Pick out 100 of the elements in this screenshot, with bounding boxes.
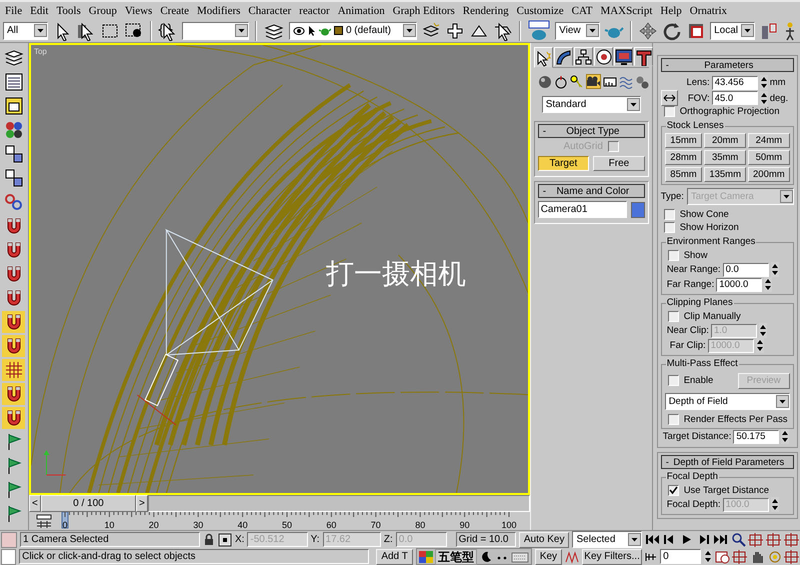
panel-tab[interactable] <box>574 47 593 66</box>
number-field[interactable]: 45.0 <box>712 91 758 105</box>
lens-button[interactable]: 20mm <box>704 133 746 148</box>
object-type-button[interactable]: Target <box>538 156 590 171</box>
zoom-extents-icon[interactable] <box>766 532 782 547</box>
menu-item[interactable]: reactor <box>299 4 330 17</box>
list-arrow-icon[interactable] <box>76 20 96 41</box>
maximize-viewport-icon[interactable] <box>784 549 800 564</box>
category-button[interactable] <box>570 74 584 89</box>
skip-forward-icon[interactable] <box>713 533 728 546</box>
menu-item[interactable]: Rendering <box>462 4 509 17</box>
input-method-logo-icon[interactable] <box>418 550 433 562</box>
number-field[interactable]: 0.0 <box>722 262 769 276</box>
menu-item[interactable]: File <box>5 4 22 17</box>
rotate-icon[interactable] <box>662 20 682 41</box>
skip-back-icon[interactable] <box>645 533 660 546</box>
named-selection-icon[interactable] <box>158 20 178 41</box>
menu-item[interactable]: Ornatrix <box>690 4 728 17</box>
lens-button[interactable]: 35mm <box>704 150 746 165</box>
layer-dropdown[interactable]: 0 (default) <box>288 22 418 40</box>
spinner-button[interactable] <box>781 429 790 444</box>
frame-ruler[interactable]: 0 10 20 30 40 50 60 70 80 90 100 <box>52 512 523 530</box>
panel-tab[interactable] <box>554 47 573 66</box>
category-dropdown[interactable]: Standard <box>542 96 641 113</box>
region-zoom-icon[interactable] <box>732 549 748 564</box>
checkbox[interactable] <box>668 311 679 322</box>
menu-item[interactable]: Views <box>124 4 152 17</box>
spinner-button[interactable] <box>764 277 772 292</box>
menu-item[interactable]: Graph Editors <box>392 4 455 17</box>
panel-tab[interactable] <box>614 47 633 66</box>
pivot-icon[interactable] <box>759 20 780 41</box>
lens-button[interactable]: 15mm <box>664 133 702 148</box>
checkbox[interactable] <box>668 414 679 425</box>
time-config-icon[interactable] <box>715 549 730 564</box>
lens-button[interactable]: 85mm <box>664 167 702 182</box>
set-key-button[interactable]: Key <box>534 548 562 564</box>
checkbox[interactable] <box>664 106 675 117</box>
checkbox[interactable] <box>668 375 679 386</box>
spinner-button[interactable] <box>770 262 779 277</box>
squares-icon[interactable] <box>2 143 25 165</box>
collapse-toggle[interactable]: - <box>666 60 669 70</box>
menu-item[interactable]: Create <box>160 4 190 17</box>
menu-item[interactable]: Character <box>248 4 292 17</box>
rollout-header[interactable]: - Parameters <box>660 58 794 72</box>
menu-item[interactable]: Tools <box>56 4 81 17</box>
frame-field[interactable]: 0 <box>660 549 702 564</box>
spinner-button[interactable] <box>758 323 767 338</box>
coordinate-dropdown[interactable]: Local <box>710 22 756 40</box>
spinner-button[interactable] <box>756 338 764 353</box>
color-swatch[interactable] <box>630 202 645 218</box>
menu-item[interactable]: MAXScript <box>600 4 652 17</box>
chain-icon[interactable] <box>2 191 25 213</box>
fov-direction-button[interactable] <box>660 90 678 106</box>
named-selection-dropdown[interactable] <box>182 22 249 40</box>
next-frame-button[interactable]: > <box>136 495 148 512</box>
category-button[interactable] <box>554 74 568 89</box>
view-dropdown[interactable]: View <box>555 22 600 40</box>
rollout-header[interactable]: - Object Type <box>538 124 645 138</box>
spinner-button[interactable] <box>770 497 779 512</box>
absolute-mode-icon[interactable] <box>218 532 232 546</box>
menu-item[interactable]: Group <box>88 4 117 17</box>
collapse-toggle[interactable]: - <box>542 186 546 196</box>
menu-item[interactable]: Edit <box>30 4 48 17</box>
lens-button[interactable]: 50mm <box>748 150 790 165</box>
menu-item[interactable]: Customize <box>516 4 564 17</box>
time-slider-thumb[interactable]: 0 / 100 <box>40 495 136 512</box>
number-field[interactable]: 43.456 <box>712 76 758 90</box>
key-filters-button[interactable]: Key Filters... <box>582 548 642 564</box>
key-mode-icon[interactable] <box>645 550 658 562</box>
key-mode-dropdown[interactable]: Selected <box>572 531 642 548</box>
list-icon[interactable] <box>2 71 25 93</box>
lens-button[interactable]: 24mm <box>748 133 790 148</box>
panel-tab[interactable] <box>594 47 613 66</box>
dropdown[interactable]: Depth of Field <box>664 393 790 410</box>
number-field[interactable]: 50.175 <box>733 430 780 444</box>
curve-editor-icon[interactable] <box>34 514 53 528</box>
move-icon[interactable] <box>638 20 658 41</box>
menu-item[interactable]: Modifiers <box>197 4 240 17</box>
zoom-extents-all-icon[interactable] <box>784 532 800 547</box>
number-field[interactable]: 1000.0 <box>716 278 762 292</box>
name-field[interactable]: Camera01 <box>538 201 627 218</box>
lens-button[interactable]: 135mm <box>704 167 746 182</box>
category-button[interactable] <box>586 74 601 89</box>
checkbox[interactable] <box>668 485 679 496</box>
lock-icon[interactable] <box>202 533 215 546</box>
render-teapot-icon[interactable] <box>527 20 552 42</box>
lens-button[interactable]: 28mm <box>664 150 702 165</box>
zoom-all-icon[interactable] <box>748 532 764 547</box>
rollout-header[interactable]: - Depth of Field Parameters <box>660 455 794 469</box>
collapse-toggle[interactable]: - <box>666 456 669 468</box>
menu-item[interactable]: Animation <box>338 4 385 17</box>
input-method-mode[interactable]: 五笔型 <box>434 548 477 564</box>
zoom-icon[interactable] <box>731 532 746 547</box>
checkbox[interactable] <box>668 250 679 261</box>
cross-icon[interactable] <box>445 20 466 41</box>
checkbox[interactable] <box>664 209 675 220</box>
checkbox[interactable] <box>664 222 675 233</box>
collapse-toggle[interactable]: - <box>542 126 546 136</box>
spinner-button[interactable] <box>760 90 768 106</box>
menu-item[interactable]: Help <box>660 4 682 17</box>
